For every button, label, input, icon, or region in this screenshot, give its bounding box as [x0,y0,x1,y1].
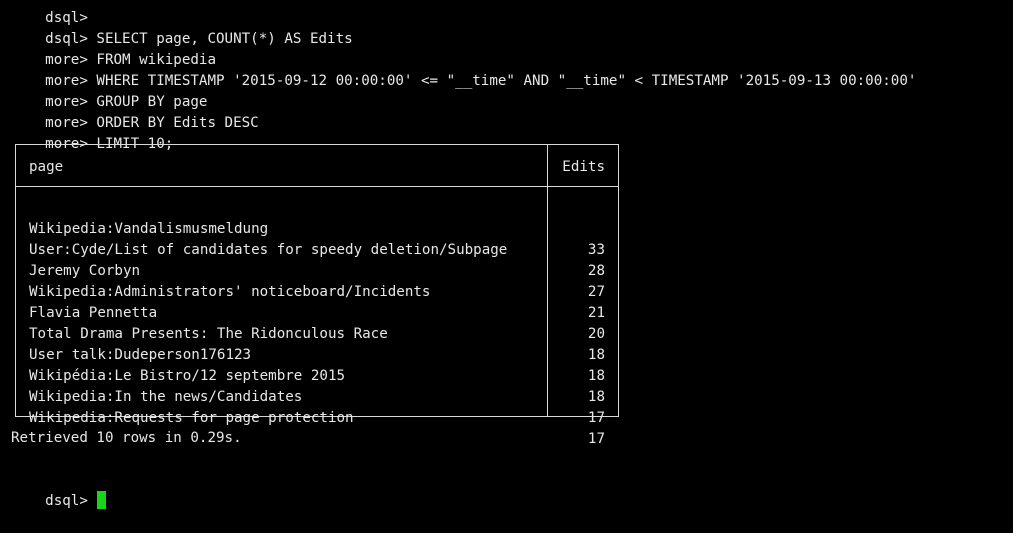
header-divider [16,186,618,187]
query-line: dsql> SELECT page, COUNT(*) AS Edits [11,8,353,47]
table-row: Flavia Pennetta 20 [16,282,618,342]
table-row: Wikipedia:In the news/Candidates 17 [16,366,618,426]
column-header-edits: Edits [562,159,605,175]
column-header-page: page [29,159,64,175]
result-table: page Edits Wikipedia:Vandalismusmeldung … [15,144,619,447]
text-cursor [97,491,107,509]
query-line: more> WHERE TIMESTAMP '2015-09-12 00:00:… [11,50,916,89]
query-line: more> ORDER BY Edits DESC [11,92,259,131]
table-row: User:Cyde/List of candidates for speedy … [16,219,618,279]
query-line: more> FROM wikipedia [11,29,216,68]
status-message: Retrieved 10 rows in 0.29s. [11,430,242,446]
table-row: User talk:Dudeperson176123 18 [16,324,618,384]
table-row: Jeremy Corbyn 27 [16,240,618,300]
table-row: Total Drama Presents: The Ridonculous Ra… [16,303,618,363]
page-cell: Wikipedia:Requests for page protection [29,410,354,426]
edits-cell: 17 [587,410,605,426]
terminal-window[interactable]: dsql> dsql> SELECT page, COUNT(*) AS Edi… [0,0,1013,509]
query-line: more> LIMIT 10; [11,113,173,152]
query-text: WHERE TIMESTAMP '2015-09-12 00:00:00' <=… [96,73,917,89]
table-row: Wikipedia:Vandalismusmeldung 33 [16,198,618,258]
table-row: Wikipedia:Requests for page protection 1… [16,387,618,447]
query-line: more> GROUP BY page [11,71,207,110]
table-row: Wikipedia:Administrators' noticeboard/In… [16,261,618,321]
table-body: Wikipedia:Vandalismusmeldung 33 User:Cyd… [16,198,618,447]
prompt-label: dsql> [45,493,97,509]
edits-cell: 17 [587,431,605,447]
previous-prompt-line: dsql> [11,0,88,26]
current-prompt-line[interactable]: dsql> [11,470,107,509]
table-row: Wikipédia:Le Bistro/12 septembre 2015 18 [16,345,618,405]
